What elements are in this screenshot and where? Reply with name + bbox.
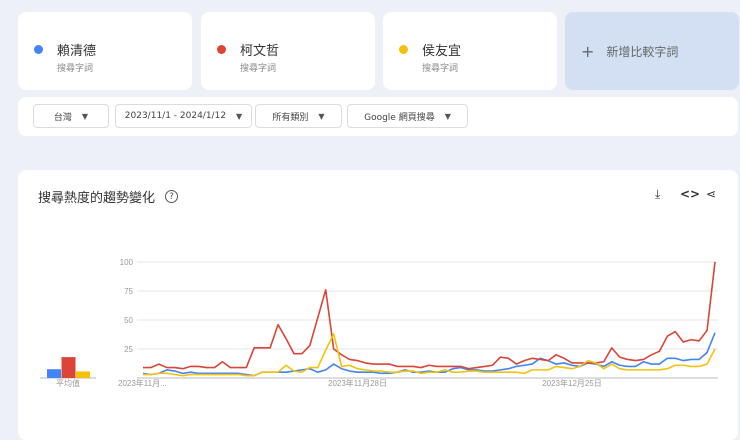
y-tick-label: 50: [124, 316, 133, 325]
series-line-2: [143, 261, 716, 370]
x-tick-label: 2023年12月25日: [542, 378, 602, 388]
average-label: 平均值: [56, 378, 80, 388]
average-bar: [61, 357, 76, 378]
y-tick-label: 75: [124, 287, 133, 296]
average-bar: [47, 369, 61, 378]
y-tick-label: 25: [124, 345, 133, 354]
y-tick-label: 100: [120, 258, 134, 267]
x-tick-label: 2023年11月...: [118, 378, 167, 388]
average-bar: [76, 371, 90, 378]
line-chart: 100 75 50 25 2023年11月... 2023年11月28日 2023年12月2…: [40, 258, 718, 388]
series-line-3: [143, 333, 716, 377]
x-tick-label: 2023年11月28日: [328, 378, 387, 388]
